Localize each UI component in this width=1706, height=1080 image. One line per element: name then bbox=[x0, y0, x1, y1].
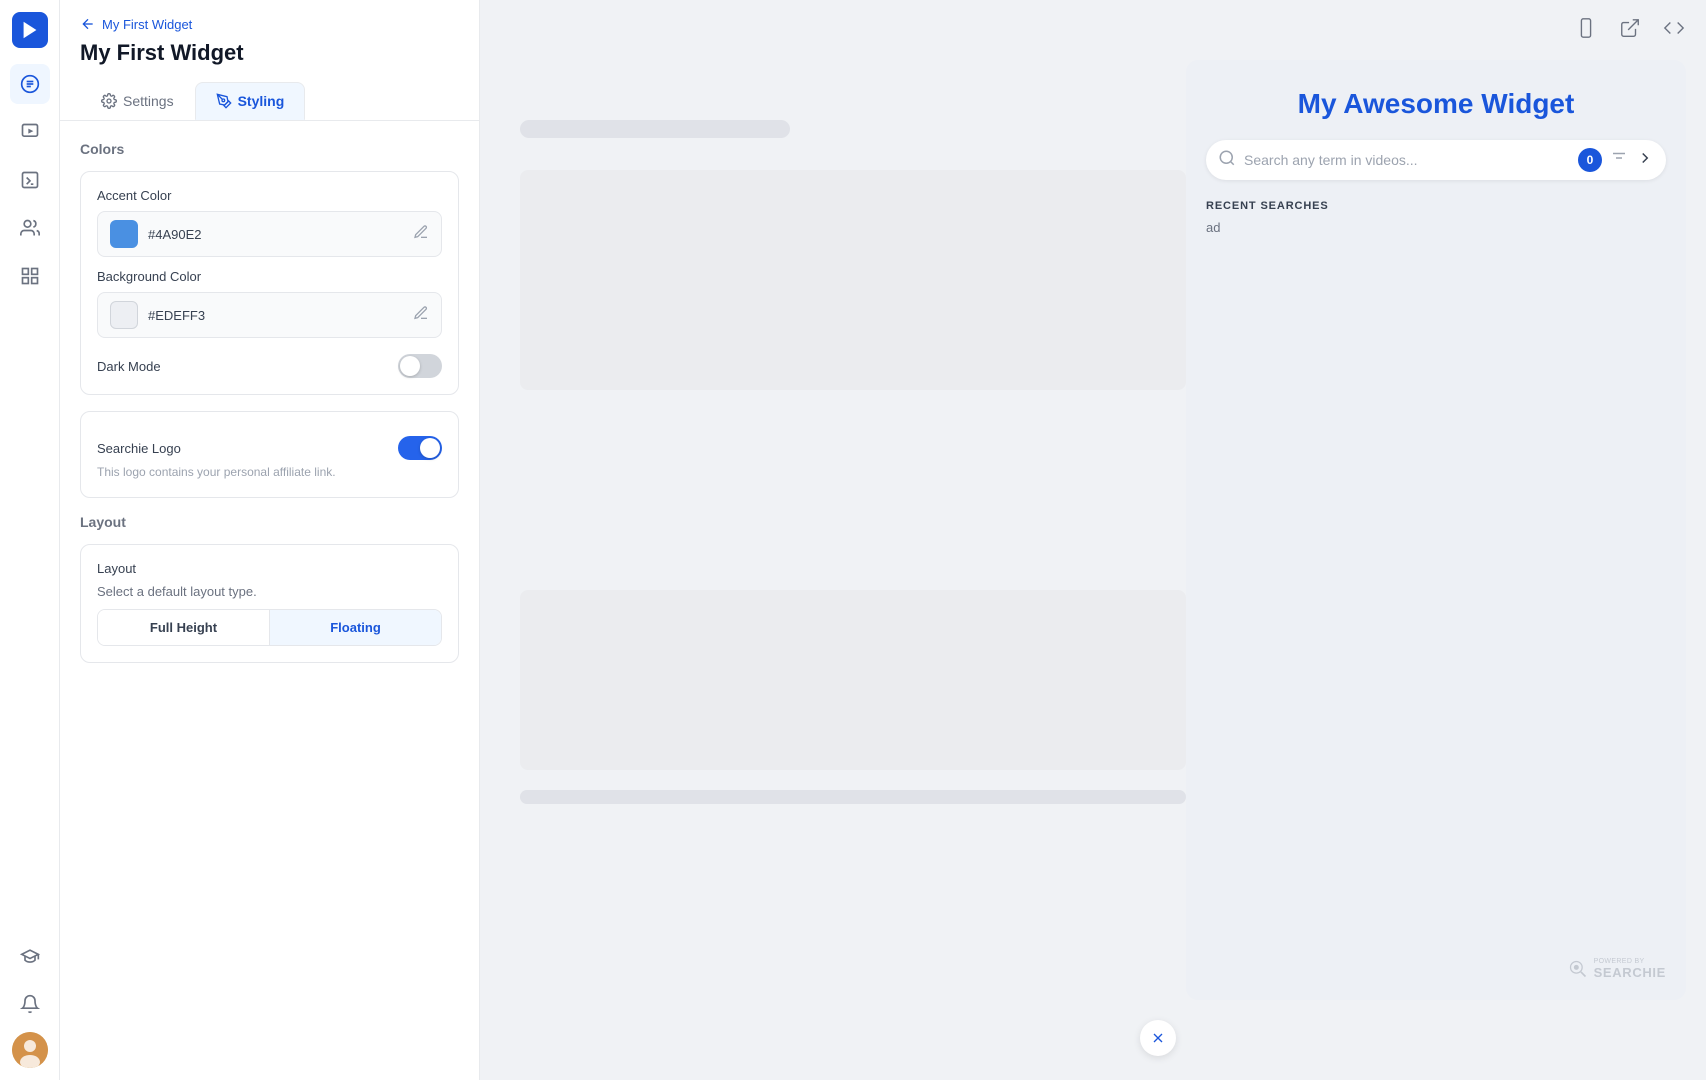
colors-card: Accent Color #4A90E2 Background Color bbox=[80, 171, 459, 395]
layout-button-group: Full Height Floating bbox=[97, 609, 442, 646]
logo-toggle-knob bbox=[420, 438, 440, 458]
bg-color-edit-icon[interactable] bbox=[413, 305, 429, 326]
nav-bar bbox=[0, 0, 60, 1080]
search-icon bbox=[1218, 149, 1236, 172]
accent-color-hex: #4A90E2 bbox=[148, 227, 202, 242]
search-filter-icon[interactable] bbox=[1610, 149, 1628, 172]
accent-color-edit-icon[interactable] bbox=[413, 224, 429, 245]
searchie-logo-card: Searchie Logo This logo contains your pe… bbox=[80, 411, 459, 498]
accent-color-swatch bbox=[110, 220, 138, 248]
layout-card: Layout Select a default layout type. Ful… bbox=[80, 544, 459, 663]
main-content: My Awesome Widget Search any term in vid… bbox=[480, 0, 1706, 1080]
search-placeholder-text: Search any term in videos... bbox=[1244, 152, 1570, 168]
settings-icon bbox=[101, 93, 117, 109]
panel-content: Colors Accent Color #4A90E2 Background C… bbox=[60, 121, 479, 1080]
left-panel: My First Widget My First Widget Settings… bbox=[60, 0, 480, 1080]
user-avatar[interactable] bbox=[12, 1032, 48, 1068]
recent-search-item[interactable]: ad bbox=[1206, 220, 1666, 235]
searchie-logo-icon bbox=[1568, 959, 1588, 979]
sidebar-item-terminal[interactable] bbox=[10, 160, 50, 200]
page-title: My First Widget bbox=[80, 40, 459, 66]
widget-preview-panel: My Awesome Widget Search any term in vid… bbox=[1186, 60, 1686, 1000]
bg-color-swatch bbox=[110, 301, 138, 329]
sidebar-item-users[interactable] bbox=[10, 208, 50, 248]
search-forward-icon[interactable] bbox=[1636, 149, 1654, 172]
mobile-preview-icon[interactable] bbox=[1570, 12, 1602, 44]
panel-header: My First Widget My First Widget Settings… bbox=[60, 0, 479, 121]
tab-styling[interactable]: Styling bbox=[195, 82, 306, 120]
logo-label: Searchie Logo bbox=[97, 441, 181, 456]
tab-settings[interactable]: Settings bbox=[80, 82, 195, 120]
bg-color-input[interactable]: #EDEFF3 bbox=[97, 292, 442, 338]
brand-name-text: SEARCHIE bbox=[1594, 965, 1666, 980]
embed-icon[interactable] bbox=[1658, 12, 1690, 44]
searchie-branding: POWERED BY SEARCHIE bbox=[1568, 958, 1666, 980]
back-arrow-icon bbox=[80, 16, 96, 32]
close-widget-button[interactable] bbox=[1140, 1020, 1176, 1056]
app-logo[interactable] bbox=[12, 12, 48, 48]
styling-icon bbox=[216, 93, 232, 109]
layout-section-title: Layout bbox=[80, 514, 459, 530]
sidebar-item-grid[interactable] bbox=[10, 256, 50, 296]
dark-mode-row: Dark Mode bbox=[97, 354, 442, 378]
layout-card-title: Layout bbox=[97, 561, 442, 576]
layout-card-description: Select a default layout type. bbox=[97, 584, 442, 599]
main-toolbar bbox=[1554, 0, 1706, 56]
search-count-badge: 0 bbox=[1578, 148, 1602, 172]
logo-description: This logo contains your personal affilia… bbox=[97, 464, 442, 481]
widget-header: My Awesome Widget bbox=[1186, 60, 1686, 140]
recent-searches-title: RECENT SEARCHES bbox=[1206, 200, 1666, 212]
tab-group: Settings Styling bbox=[80, 82, 459, 120]
floating-button[interactable]: Floating bbox=[270, 610, 441, 645]
sidebar-item-courses[interactable] bbox=[10, 936, 50, 976]
powered-by-text: POWERED BY bbox=[1594, 958, 1666, 965]
accent-color-label: Accent Color bbox=[97, 188, 442, 203]
full-height-button[interactable]: Full Height bbox=[98, 610, 270, 645]
breadcrumb[interactable]: My First Widget bbox=[80, 16, 459, 32]
sidebar-item-list[interactable] bbox=[10, 64, 50, 104]
bg-color-hex: #EDEFF3 bbox=[148, 308, 205, 323]
logo-toggle-row: Searchie Logo bbox=[97, 436, 442, 460]
sidebar-item-play[interactable] bbox=[10, 112, 50, 152]
logo-toggle[interactable] bbox=[398, 436, 442, 460]
colors-section-title: Colors bbox=[80, 141, 459, 157]
dark-mode-toggle[interactable] bbox=[398, 354, 442, 378]
bg-color-label: Background Color bbox=[97, 269, 442, 284]
widget-preview-title: My Awesome Widget bbox=[1210, 88, 1662, 120]
widget-search-bar[interactable]: Search any term in videos... 0 bbox=[1206, 140, 1666, 180]
dark-mode-toggle-knob bbox=[400, 356, 420, 376]
recent-searches-section: RECENT SEARCHES ad bbox=[1186, 200, 1686, 235]
sidebar-item-notifications[interactable] bbox=[10, 984, 50, 1024]
accent-color-input[interactable]: #4A90E2 bbox=[97, 211, 442, 257]
external-link-icon[interactable] bbox=[1614, 12, 1646, 44]
dark-mode-label: Dark Mode bbox=[97, 359, 161, 374]
